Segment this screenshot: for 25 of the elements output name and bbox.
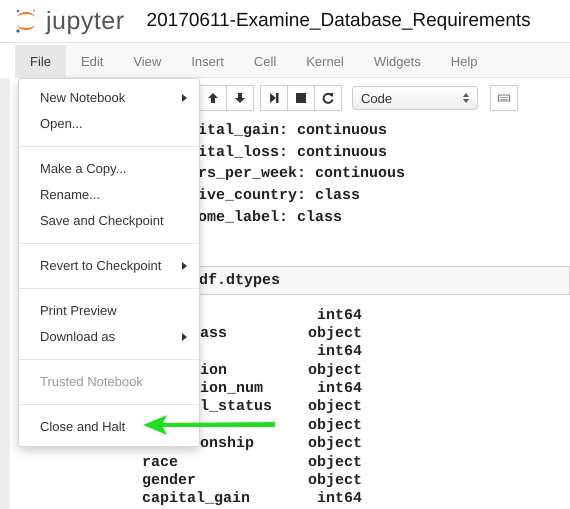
column-name: l_status bbox=[200, 398, 272, 417]
output-line: ital_loss: continuous bbox=[198, 142, 388, 163]
column-name: ass bbox=[200, 324, 228, 344]
output-line: ital_gain: continuous bbox=[198, 121, 388, 141]
column-type: object bbox=[308, 454, 362, 472]
column-name: capital_gain bbox=[142, 490, 250, 509]
column-type: int64 bbox=[316, 343, 362, 362]
column-type: int64 bbox=[316, 490, 362, 509]
column-type: object bbox=[308, 416, 362, 436]
column-name: race bbox=[142, 454, 178, 472]
column-type: int64 bbox=[316, 380, 362, 398]
column-type: object bbox=[308, 435, 362, 454]
column-type: object bbox=[308, 362, 362, 380]
output-line: ive_country: class bbox=[198, 186, 362, 206]
output-line: ome_label: class bbox=[198, 208, 344, 228]
column-type: int64 bbox=[316, 306, 362, 325]
output-line: rs_per_week: continuous bbox=[198, 164, 406, 184]
column-name: ion_num bbox=[200, 380, 264, 398]
brand-name: jupyter bbox=[46, 6, 125, 36]
column-type: object bbox=[308, 324, 362, 344]
column-name: onship bbox=[200, 435, 254, 454]
column-name: gender bbox=[142, 472, 196, 490]
column-type: object bbox=[308, 398, 362, 417]
column-type: object bbox=[308, 472, 362, 490]
column-name: ion bbox=[200, 362, 228, 380]
